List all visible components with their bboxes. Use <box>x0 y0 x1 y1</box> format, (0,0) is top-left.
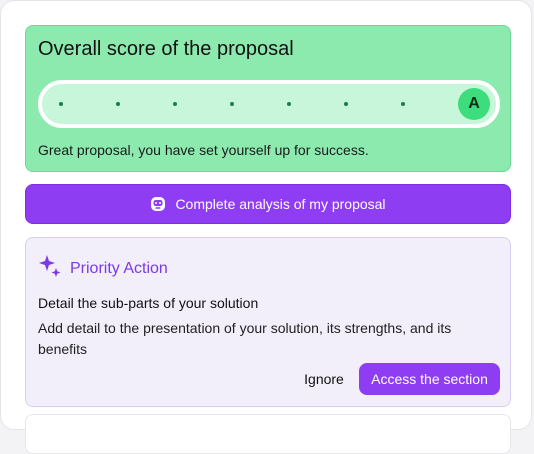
robot-icon <box>150 196 166 212</box>
score-title: Overall score of the proposal <box>38 38 294 60</box>
complete-analysis-label: Complete analysis of my proposal <box>175 196 386 212</box>
action-description: Add detail to the presentation of your s… <box>38 320 452 357</box>
access-section-button[interactable]: Access the section <box>359 363 500 395</box>
progress-step-dot <box>173 102 177 106</box>
sparkles-icon <box>38 254 62 283</box>
next-card-edge <box>25 414 511 454</box>
proposal-score-panel: Overall score of the proposal A Great pr… <box>0 0 532 454</box>
score-progress-track: A <box>38 80 500 128</box>
progress-step-dot <box>401 102 405 106</box>
priority-action-header: Priority Action <box>38 254 168 283</box>
ignore-button[interactable]: Ignore <box>294 363 354 395</box>
progress-step-dot <box>230 102 234 106</box>
progress-step-dot <box>287 102 291 106</box>
progress-step-dot <box>344 102 348 106</box>
grade-badge: A <box>458 88 490 120</box>
overall-score-card: Overall score of the proposal A Great pr… <box>25 25 511 172</box>
action-title: Detail the sub-parts of your solution <box>38 295 259 311</box>
priority-action-card: Priority Action Detail the sub-parts of … <box>25 237 511 407</box>
complete-analysis-button[interactable]: Complete analysis of my proposal <box>25 184 511 224</box>
progress-step-dot <box>116 102 120 106</box>
priority-action-heading: Priority Action <box>70 259 168 277</box>
progress-step-dot <box>59 102 63 106</box>
score-message: Great proposal, you have set yourself up… <box>38 142 369 158</box>
